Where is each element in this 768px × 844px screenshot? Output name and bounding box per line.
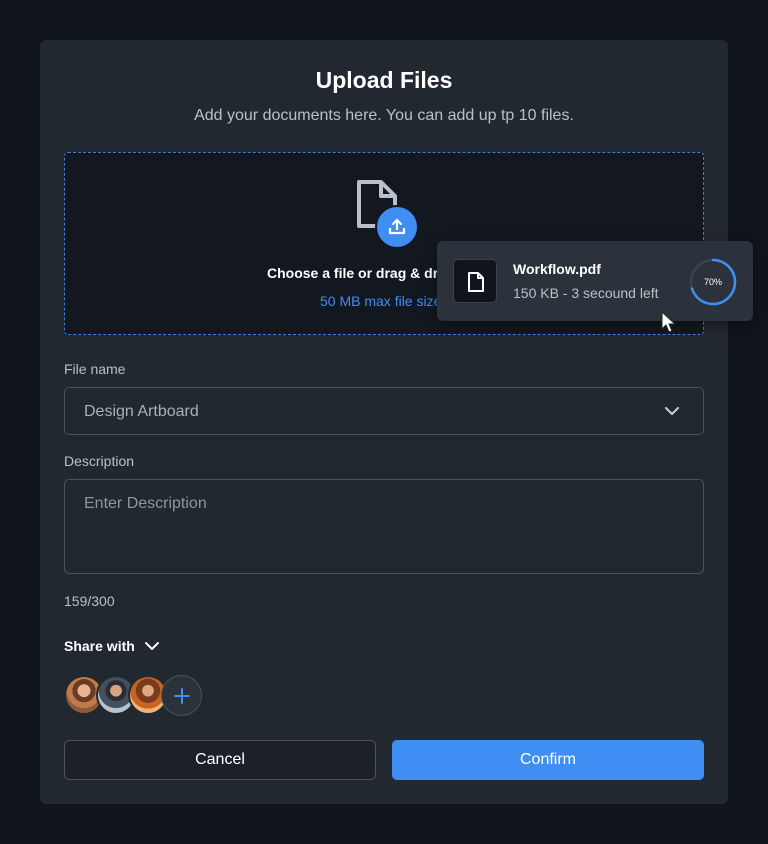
upload-dialog: Upload Files Add your documents here. Yo… — [40, 40, 728, 804]
confirm-button[interactable]: Confirm — [392, 740, 704, 780]
file-icon — [453, 259, 497, 303]
share-with-label: Share with — [64, 638, 135, 654]
chevron-down-icon — [144, 642, 159, 650]
mouse-cursor-icon — [661, 311, 677, 333]
chevron-down-icon — [665, 407, 679, 415]
description-field[interactable]: Enter Description — [64, 479, 704, 574]
file-name-label: File name — [64, 361, 126, 377]
description-placeholder: Enter Description — [84, 495, 207, 512]
upload-progress-card: Workflow.pdf 150 KB - 3 secound left 70% — [437, 241, 753, 321]
share-with-toggle[interactable]: Share with — [64, 638, 159, 654]
description-label: Description — [64, 453, 135, 469]
upload-file-meta: 150 KB - 3 secound left — [513, 285, 659, 301]
character-counter: 159/300 — [64, 593, 115, 609]
dialog-subtitle: Add your documents here. You can add up … — [194, 107, 574, 124]
upload-file-name: Workflow.pdf — [513, 261, 601, 277]
dropzone-hint: 50 MB max file size — [320, 293, 442, 309]
upload-icon — [375, 205, 419, 249]
progress-label: 70% — [703, 277, 722, 287]
cancel-button[interactable]: Cancel — [64, 740, 376, 780]
add-user-button[interactable] — [161, 675, 202, 716]
file-name-value: Design Artboard — [84, 403, 199, 420]
plus-icon — [174, 688, 190, 704]
file-name-select[interactable]: Design Artboard — [64, 387, 704, 435]
dialog-title: Upload Files — [315, 67, 453, 93]
